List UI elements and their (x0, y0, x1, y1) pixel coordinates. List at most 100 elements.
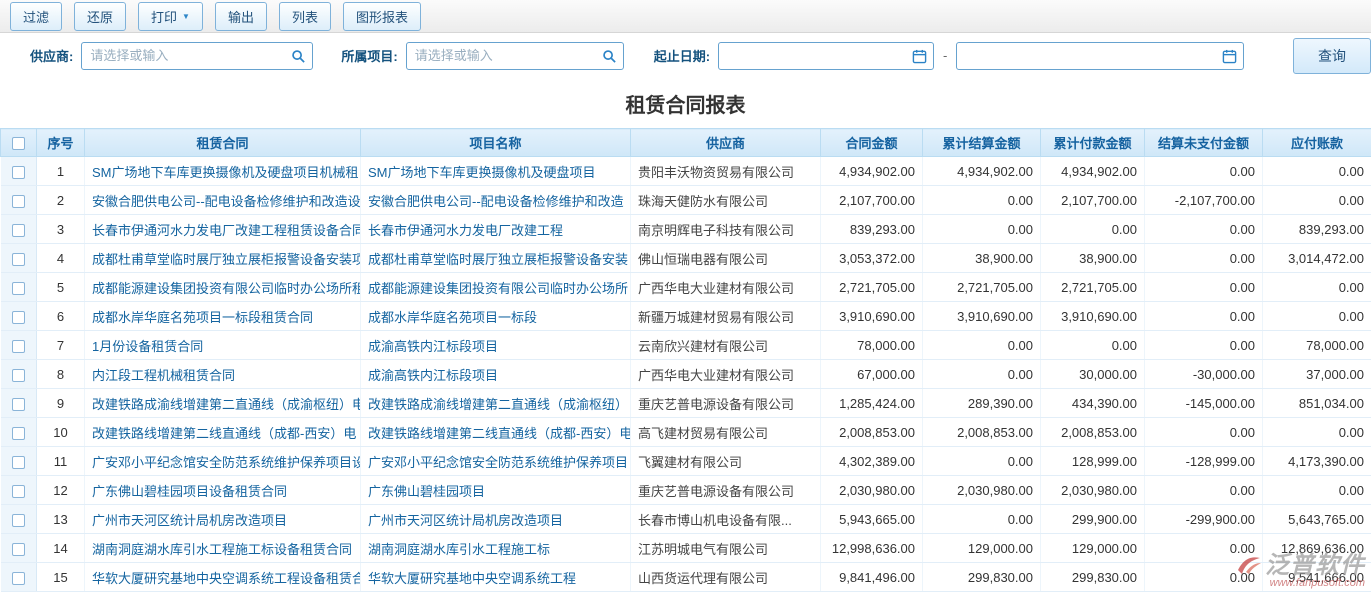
project-link[interactable]: 成都能源建设集团投资有限公司临时办公场所 (361, 273, 631, 302)
project-link[interactable]: 广安邓小平纪念馆安全防范系统维护保养项目 (361, 447, 631, 476)
column-header-2[interactable]: 租赁合同 (85, 129, 361, 157)
supplier-cell: 高飞建材贸易有限公司 (631, 418, 821, 447)
toolbar-button-label: 打印 (151, 7, 177, 26)
toolbar-button-2[interactable]: 还原 (74, 2, 126, 31)
row-checkbox[interactable] (12, 543, 25, 556)
calendar-icon[interactable] (912, 49, 927, 67)
column-header-3[interactable]: 项目名称 (361, 129, 631, 157)
column-header-1[interactable]: 序号 (37, 129, 85, 157)
contract-link[interactable]: SM广场地下车库更换摄像机及硬盘项目机械租 (85, 157, 361, 186)
settled-amount-cell: 3,910,690.00 (923, 302, 1041, 331)
project-link[interactable]: 成都水岸华庭名苑项目一标段 (361, 302, 631, 331)
project-link[interactable]: 成渝高铁内江标段项目 (361, 360, 631, 389)
toolbar-button-5[interactable]: 列表 (279, 2, 331, 31)
contract-link[interactable]: 内江段工程机械租赁合同 (85, 360, 361, 389)
payable-amount-cell: 5,643,765.00 (1263, 505, 1371, 534)
project-input[interactable] (415, 48, 597, 63)
column-header-4[interactable]: 供应商 (631, 129, 821, 157)
project-link[interactable]: 华软大厦研究基地中央空调系统工程 (361, 563, 631, 592)
toolbar-button-4[interactable]: 输出 (215, 2, 267, 31)
contract-link[interactable]: 1月份设备租赁合同 (85, 331, 361, 360)
paid-amount-cell: 0.00 (1041, 215, 1145, 244)
project-link[interactable]: 安徽合肥供电公司--配电设备检修维护和改造 (361, 186, 631, 215)
toolbar-button-label: 过滤 (23, 7, 49, 26)
row-checkbox[interactable] (12, 340, 25, 353)
contract-amount-cell: 2,030,980.00 (821, 476, 923, 505)
calendar-icon[interactable] (1222, 49, 1237, 67)
contract-amount-cell: 2,107,700.00 (821, 186, 923, 215)
project-link[interactable]: SM广场地下车库更换摄像机及硬盘项目 (361, 157, 631, 186)
date-end-input[interactable] (965, 48, 1217, 63)
contract-amount-cell: 9,841,496.00 (821, 563, 923, 592)
contract-link[interactable]: 成都杜甫草堂临时展厅独立展柜报警设备安装项 (85, 244, 361, 273)
seq-cell: 2 (37, 186, 85, 215)
project-link[interactable]: 改建铁路线增建第二线直通线（成都-西安）电 (361, 418, 631, 447)
project-link[interactable]: 成渝高铁内江标段项目 (361, 331, 631, 360)
row-checkbox[interactable] (12, 427, 25, 440)
row-checkbox[interactable] (12, 282, 25, 295)
settled-amount-cell: 38,900.00 (923, 244, 1041, 273)
row-checkbox[interactable] (12, 369, 25, 382)
project-link[interactable]: 湖南洞庭湖水库引水工程施工标 (361, 534, 631, 563)
supplier-cell: 贵阳丰沃物资贸易有限公司 (631, 157, 821, 186)
row-checkbox[interactable] (12, 195, 25, 208)
seq-cell: 1 (37, 157, 85, 186)
contract-link[interactable]: 华软大厦研究基地中央空调系统工程设备租赁合 (85, 563, 361, 592)
query-button[interactable]: 查询 (1293, 38, 1371, 74)
row-checkbox[interactable] (12, 398, 25, 411)
settled-amount-cell: 299,830.00 (923, 563, 1041, 592)
row-checkbox[interactable] (12, 253, 25, 266)
project-link[interactable]: 改建铁路成渝线增建第二直通线（成渝枢纽） (361, 389, 631, 418)
toolbar-button-3[interactable]: 打印 ▼ (138, 2, 203, 31)
settled-amount-cell: 289,390.00 (923, 389, 1041, 418)
dropdown-caret-icon: ▼ (182, 12, 190, 21)
row-checkbox[interactable] (12, 311, 25, 324)
unpaid-amount-cell: 0.00 (1145, 418, 1263, 447)
toolbar: 过滤 还原 打印 ▼ 输出列表图形报表 (0, 0, 1371, 33)
row-checkbox[interactable] (12, 514, 25, 527)
contract-link[interactable]: 改建铁路成渝线增建第二直通线（成渝枢纽）电 (85, 389, 361, 418)
toolbar-button-6[interactable]: 图形报表 (343, 2, 421, 31)
row-checkbox[interactable] (12, 485, 25, 498)
contract-link[interactable]: 广州市天河区统计局机房改造项目 (85, 505, 361, 534)
search-icon[interactable] (291, 49, 306, 67)
project-link[interactable]: 广东佛山碧桂园项目 (361, 476, 631, 505)
contract-amount-cell: 2,721,705.00 (821, 273, 923, 302)
project-link[interactable]: 长春市伊通河水力发电厂改建工程 (361, 215, 631, 244)
select-all-checkbox[interactable] (12, 137, 25, 150)
contract-link[interactable]: 成都能源建设集团投资有限公司临时办公场所租 (85, 273, 361, 302)
column-header-7[interactable]: 累计付款金额 (1041, 129, 1145, 157)
column-header-9[interactable]: 应付账款 (1263, 129, 1371, 157)
contract-link[interactable]: 广安邓小平纪念馆安全防范系统维护保养项目设 (85, 447, 361, 476)
row-checkbox[interactable] (12, 572, 25, 585)
table-row: 13广州市天河区统计局机房改造项目广州市天河区统计局机房改造项目长春市博山机电设… (1, 505, 1371, 534)
checkbox-cell (1, 418, 37, 447)
contract-amount-cell: 2,008,853.00 (821, 418, 923, 447)
contract-link[interactable]: 广东佛山碧桂园项目设备租赁合同 (85, 476, 361, 505)
contract-link[interactable]: 湖南洞庭湖水库引水工程施工标设备租赁合同 (85, 534, 361, 563)
supplier-input-wrap (81, 42, 313, 70)
contract-link[interactable]: 长春市伊通河水力发电厂改建工程租赁设备合同 (85, 215, 361, 244)
paid-amount-cell: 434,390.00 (1041, 389, 1145, 418)
payable-amount-cell: 3,014,472.00 (1263, 244, 1371, 273)
contract-link[interactable]: 安徽合肥供电公司--配电设备检修维护和改造设 (85, 186, 361, 215)
column-header-5[interactable]: 合同金额 (821, 129, 923, 157)
project-link[interactable]: 成都杜甫草堂临时展厅独立展柜报警设备安装 (361, 244, 631, 273)
search-icon[interactable] (602, 49, 617, 67)
row-checkbox[interactable] (12, 166, 25, 179)
payable-amount-cell: 9,541,666.00 (1263, 563, 1371, 592)
date-start-input[interactable] (727, 48, 907, 63)
table-row: 14湖南洞庭湖水库引水工程施工标设备租赁合同湖南洞庭湖水库引水工程施工标江苏明城… (1, 534, 1371, 563)
paid-amount-cell: 0.00 (1041, 331, 1145, 360)
supplier-cell: 云南欣兴建材有限公司 (631, 331, 821, 360)
contract-link[interactable]: 成都水岸华庭名苑项目一标段租赁合同 (85, 302, 361, 331)
contract-link[interactable]: 改建铁路线增建第二线直通线（成都-西安）电 (85, 418, 361, 447)
payable-amount-cell: 4,173,390.00 (1263, 447, 1371, 476)
toolbar-button-1[interactable]: 过滤 (10, 2, 62, 31)
supplier-input[interactable] (90, 48, 286, 63)
row-checkbox[interactable] (12, 456, 25, 469)
row-checkbox[interactable] (12, 224, 25, 237)
column-header-8[interactable]: 结算未支付金额 (1145, 129, 1263, 157)
project-link[interactable]: 广州市天河区统计局机房改造项目 (361, 505, 631, 534)
column-header-6[interactable]: 累计结算金额 (923, 129, 1041, 157)
